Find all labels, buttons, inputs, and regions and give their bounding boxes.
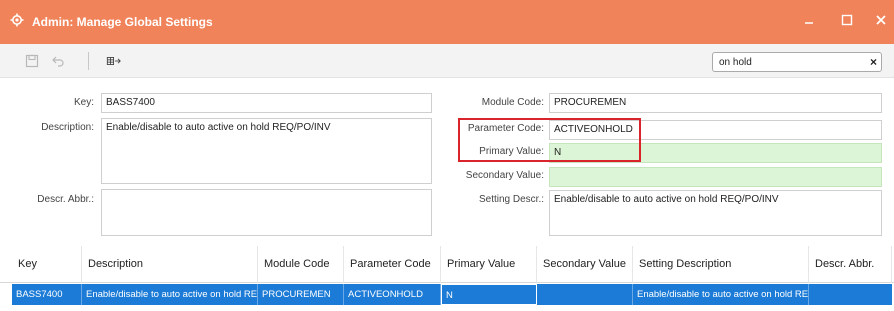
column-header-descr-abbr[interactable]: Descr. Abbr.	[809, 246, 892, 283]
maximize-icon[interactable]	[838, 12, 856, 28]
descr-abbr-field[interactable]	[101, 189, 432, 236]
cell-description[interactable]: Enable/disable to auto active on hold RE…	[82, 284, 258, 305]
key-label: Key:	[73, 97, 94, 108]
setting-descr-field[interactable]: Enable/disable to auto active on hold RE…	[549, 190, 882, 236]
column-header-setting-description[interactable]: Setting Description	[633, 246, 809, 283]
title-bar: Admin: Manage Global Settings	[0, 0, 894, 44]
descr-abbr-label: Descr. Abbr.:	[37, 194, 94, 205]
minimize-icon[interactable]	[800, 12, 818, 28]
secondary-value-label: Secondary Value:	[465, 170, 544, 181]
search-box: ×	[712, 52, 882, 72]
cell-module-code[interactable]: PROCUREMEN	[258, 284, 344, 305]
highlight-box	[458, 118, 641, 162]
column-header-module-code[interactable]: Module Code	[258, 246, 344, 283]
save-icon[interactable]	[24, 53, 40, 69]
toolbar: ×	[0, 44, 894, 78]
column-header-key[interactable]: Key	[12, 246, 82, 283]
toolbar-separator	[88, 52, 89, 70]
cell-secondary-value[interactable]	[537, 284, 633, 305]
detail-form: Key: BASS7400 Description: Enable/disabl…	[0, 78, 894, 243]
cell-setting-description[interactable]: Enable/disable to auto active on hold RE…	[633, 284, 809, 305]
cell-parameter-code[interactable]: ACTIVEONHOLD	[344, 284, 441, 305]
column-header-description[interactable]: Description	[82, 246, 258, 283]
column-header-parameter-code[interactable]: Parameter Code	[344, 246, 441, 283]
export-icon[interactable]	[106, 53, 122, 69]
table-row[interactable]: BASS7400 Enable/disable to auto active o…	[12, 284, 892, 305]
secondary-value-field[interactable]	[549, 167, 882, 187]
description-label: Description:	[41, 122, 94, 133]
search-input[interactable]	[719, 55, 859, 69]
results-grid: Key Description Module Code Parameter Co…	[0, 246, 894, 311]
module-code-field[interactable]: PROCUREMEN	[549, 93, 882, 113]
description-field[interactable]: Enable/disable to auto active on hold RE…	[101, 118, 432, 184]
column-header-secondary-value[interactable]: Secondary Value	[537, 246, 633, 283]
column-header-primary-value[interactable]: Primary Value	[441, 246, 537, 283]
cell-key[interactable]: BASS7400	[12, 284, 82, 305]
undo-icon[interactable]	[50, 53, 66, 69]
module-code-label: Module Code:	[481, 97, 544, 108]
gear-icon	[10, 13, 24, 27]
close-icon[interactable]	[872, 12, 890, 28]
cell-descr-abbr[interactable]	[809, 284, 892, 305]
cell-primary-value[interactable]: N	[441, 284, 537, 305]
grid-header: Key Description Module Code Parameter Co…	[0, 246, 894, 283]
clear-search-icon[interactable]: ×	[870, 54, 877, 70]
key-field[interactable]: BASS7400	[101, 93, 432, 113]
setting-descr-label: Setting Descr.:	[478, 194, 544, 205]
window-title: Admin: Manage Global Settings	[32, 15, 213, 29]
